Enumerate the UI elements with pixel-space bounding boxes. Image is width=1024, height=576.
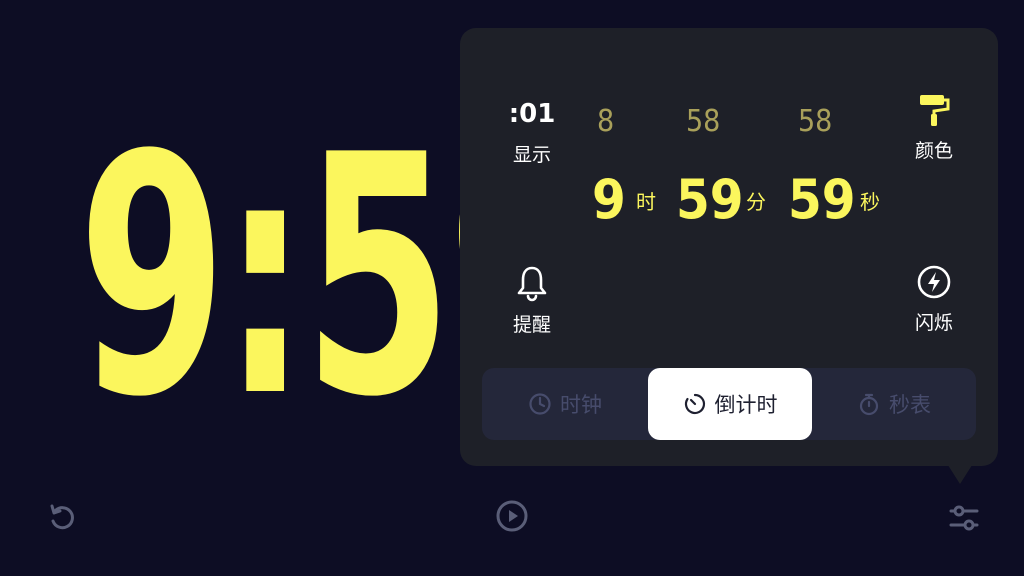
flash-icon (917, 265, 951, 299)
flash-label: 闪烁 (914, 312, 953, 334)
picker-seconds[interactable]: 59 (788, 168, 856, 232)
tab-countdown-label: 倒计时 (714, 393, 778, 417)
clock-icon (529, 393, 551, 415)
picker-prev-minutes[interactable]: 58 (686, 104, 720, 139)
settings-button[interactable] (942, 496, 986, 540)
picker-minutes[interactable]: 59 (676, 168, 744, 232)
picker-prev-seconds[interactable]: 58 (798, 104, 832, 139)
tab-stopwatch-label: 秒表 (889, 393, 931, 417)
reminder-label: 提醒 (512, 314, 551, 336)
timer-icon (684, 393, 705, 415)
sliders-icon (949, 505, 979, 531)
minutes-unit: 分 (746, 190, 766, 214)
tab-stopwatch[interactable]: 秒表 (812, 368, 976, 440)
play-icon (496, 500, 528, 532)
play-button[interactable] (490, 494, 534, 538)
reset-icon (50, 504, 74, 530)
tab-clock[interactable]: 时钟 (482, 368, 648, 440)
color-button[interactable]: 颜色 (894, 92, 974, 163)
panel-pointer (946, 462, 974, 484)
flash-button[interactable]: 闪烁 (894, 264, 974, 335)
display-label: 显示 (512, 144, 551, 166)
reminder-button[interactable]: 提醒 (492, 264, 572, 337)
display-format-icon: :01 (508, 99, 556, 129)
clock-display-area: 9:59 (0, 0, 470, 576)
tab-countdown[interactable]: 倒计时 (648, 368, 812, 440)
reset-button[interactable] (40, 496, 84, 540)
mode-tabs: 时钟 倒计时 秒表 (482, 368, 976, 440)
picker-prev-hours[interactable]: 8 (597, 104, 614, 139)
bell-icon (517, 266, 547, 302)
paint-roller-icon (920, 95, 950, 126)
hours-unit: 时 (636, 190, 656, 214)
picker-hours[interactable]: 9 (592, 168, 626, 232)
clock-display: 9:59 (78, 85, 470, 469)
seconds-unit: 秒 (860, 190, 880, 214)
stopwatch-icon (859, 393, 879, 416)
tab-clock-label: 时钟 (560, 393, 602, 417)
display-button[interactable]: :01 显示 (492, 96, 572, 167)
color-label: 颜色 (914, 140, 953, 162)
